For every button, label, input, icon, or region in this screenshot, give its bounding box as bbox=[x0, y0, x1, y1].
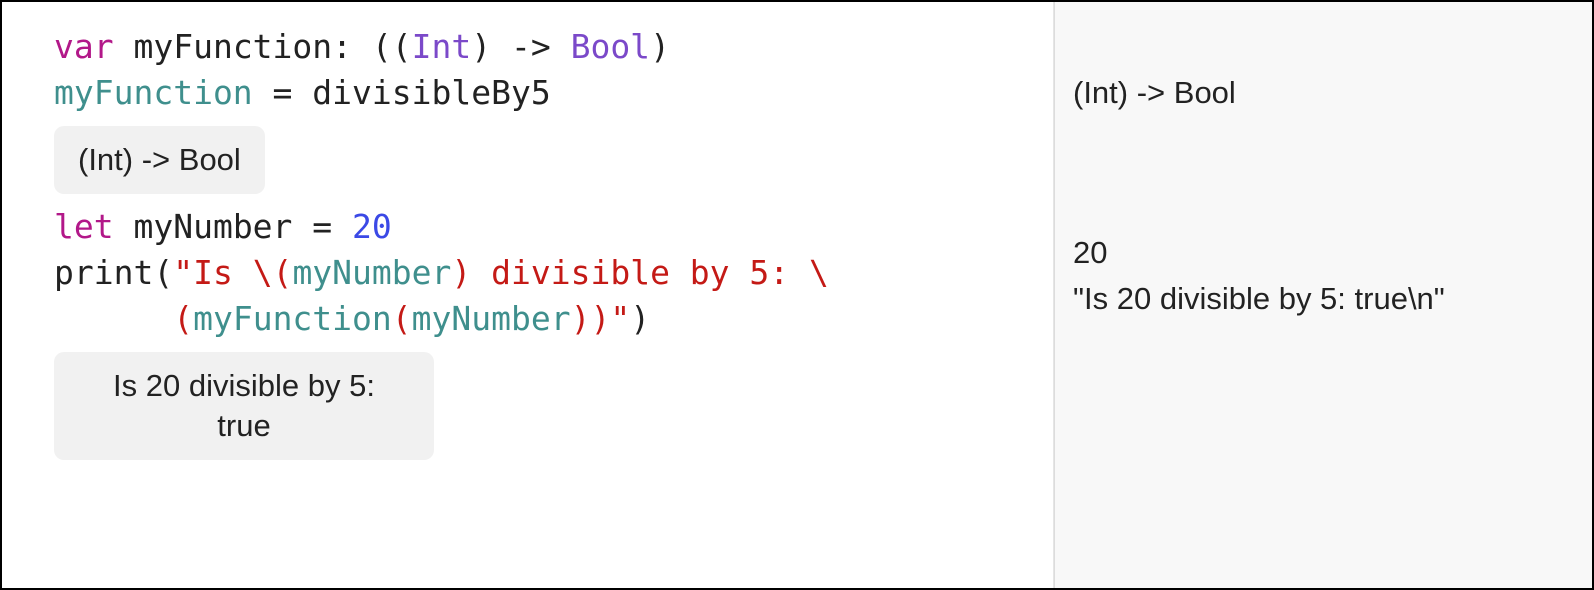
result-line-empty bbox=[1073, 24, 1572, 70]
code-line-4b[interactable]: (myFunction(myNumber))") bbox=[54, 296, 1033, 342]
type-bool: Bool bbox=[571, 27, 650, 66]
keyword-let: let bbox=[54, 207, 114, 246]
identifier-print: print bbox=[54, 253, 153, 292]
type-int: Int bbox=[412, 27, 472, 66]
interpolation-id: myFunction bbox=[193, 299, 392, 338]
result-line[interactable]: 20 bbox=[1073, 230, 1572, 276]
indent bbox=[54, 299, 173, 338]
string-literal: ) bbox=[571, 299, 591, 338]
paren: ( bbox=[153, 253, 173, 292]
code-text: myNumber = bbox=[114, 207, 352, 246]
identifier-divisibleby5: divisibleBy5 bbox=[312, 73, 550, 112]
code-text: = bbox=[253, 73, 313, 112]
inline-result-bubble[interactable]: Is 20 divisible by 5: true bbox=[54, 352, 434, 460]
string-literal: ) bbox=[590, 299, 610, 338]
results-pane: (Int) -> Bool 20 "Is 20 divisible by 5: … bbox=[1054, 2, 1592, 588]
string-literal: ) divisible by 5: \ bbox=[451, 253, 829, 292]
playground-frame: var myFunction: ((Int) -> Bool) myFuncti… bbox=[0, 0, 1594, 590]
identifier-myfunction: myFunction bbox=[54, 73, 253, 112]
string-literal: ( bbox=[173, 299, 193, 338]
editor-pane[interactable]: var myFunction: ((Int) -> Bool) myFuncti… bbox=[2, 2, 1054, 588]
result-line[interactable]: (Int) -> Bool bbox=[1073, 70, 1572, 116]
result-spacer bbox=[1073, 116, 1572, 230]
paren: ) bbox=[630, 299, 650, 338]
interpolation-id: myNumber bbox=[292, 253, 451, 292]
number-literal: 20 bbox=[352, 207, 392, 246]
interpolation-id: myNumber bbox=[412, 299, 571, 338]
keyword-var: var bbox=[54, 27, 114, 66]
code-text: ) -> bbox=[471, 27, 570, 66]
inline-result-bubble[interactable]: (Int) -> Bool bbox=[54, 126, 265, 194]
code-text: ) bbox=[650, 27, 670, 66]
code-line-4a[interactable]: print("Is \(myNumber) divisible by 5: \ bbox=[54, 250, 1033, 296]
code-line-1[interactable]: var myFunction: ((Int) -> Bool) bbox=[54, 24, 1033, 70]
code-text: myFunction: (( bbox=[114, 27, 412, 66]
string-literal: " bbox=[610, 299, 630, 338]
result-line[interactable]: "Is 20 divisible by 5: true\n" bbox=[1073, 276, 1572, 322]
code-line-3[interactable]: let myNumber = 20 bbox=[54, 204, 1033, 250]
string-literal: "Is \( bbox=[173, 253, 292, 292]
code-line-2[interactable]: myFunction = divisibleBy5 bbox=[54, 70, 1033, 116]
string-literal: ( bbox=[392, 299, 412, 338]
